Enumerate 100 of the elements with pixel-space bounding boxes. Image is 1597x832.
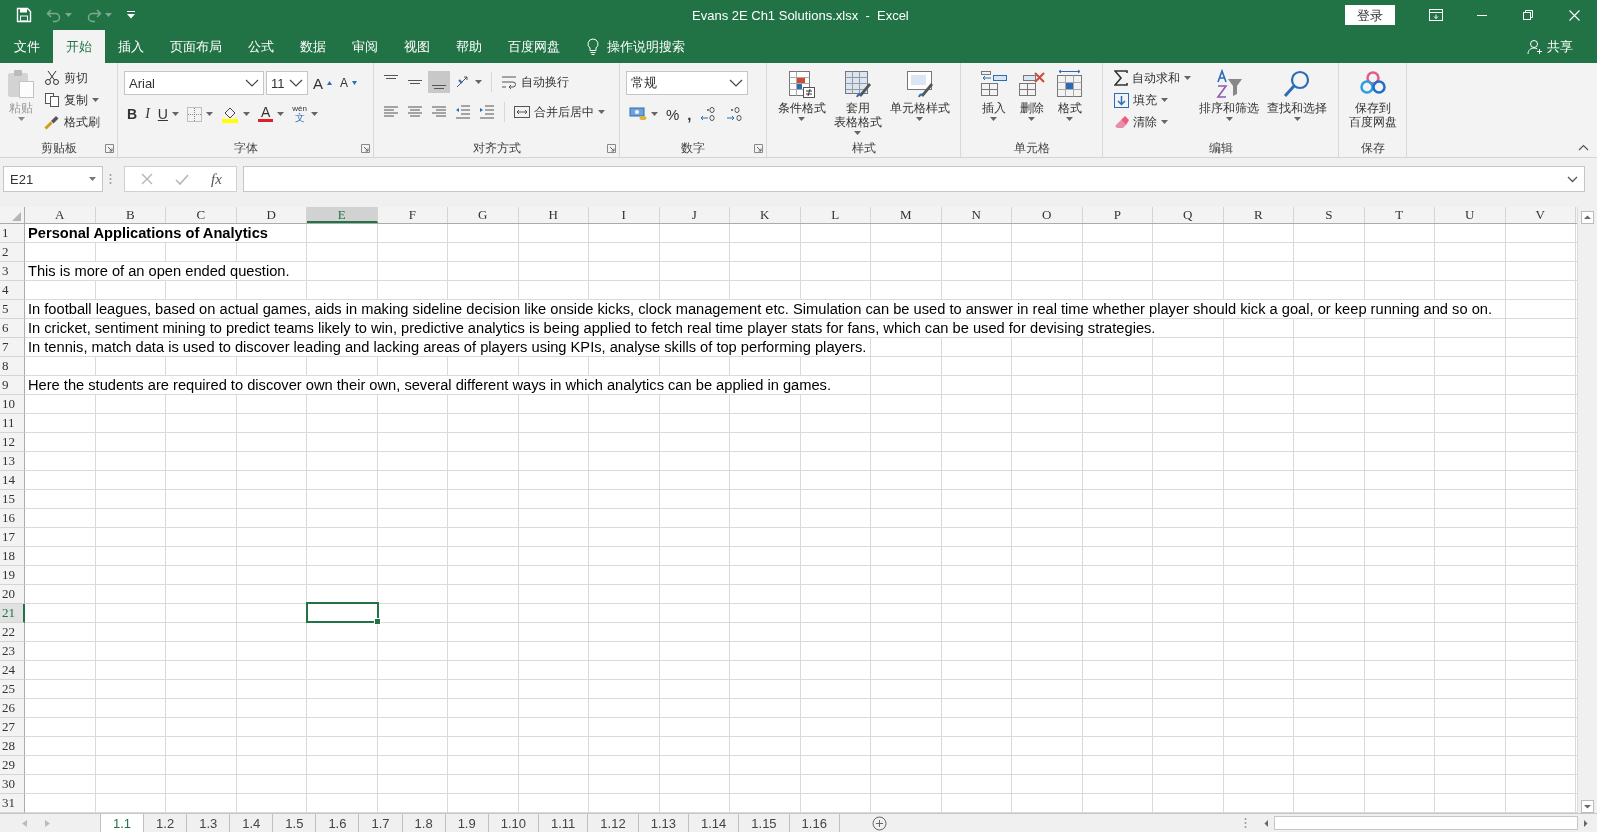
ribbon-command[interactable]: 格式刷 xyxy=(41,111,103,133)
row-header[interactable]: 30 xyxy=(0,775,25,794)
row-header[interactable]: 13 xyxy=(0,452,25,471)
row-header[interactable]: 15 xyxy=(0,490,25,509)
row-header[interactable]: 17 xyxy=(0,528,25,547)
column-header[interactable]: N xyxy=(941,207,1012,223)
row-header[interactable]: 19 xyxy=(0,566,25,585)
sheet-tab[interactable]: 1.4 xyxy=(230,814,274,832)
row-header[interactable]: 10 xyxy=(0,395,25,414)
row-header[interactable]: 12 xyxy=(0,433,25,452)
sheet-tab[interactable]: 1.14 xyxy=(689,814,740,832)
comma-style-button[interactable]: , xyxy=(684,103,695,125)
column-header[interactable]: P xyxy=(1082,207,1153,223)
row-header[interactable]: 18 xyxy=(0,547,25,566)
row-header[interactable]: 9 xyxy=(0,376,25,395)
ribbon-command[interactable]: 自动求和 xyxy=(1111,67,1194,89)
sheet-tab[interactable]: 1.8 xyxy=(402,814,446,832)
ribbon-button[interactable]: 单元格样式 xyxy=(886,67,953,123)
column-header[interactable]: J xyxy=(659,207,730,223)
column-header[interactable]: S xyxy=(1294,207,1365,223)
row-header[interactable]: 28 xyxy=(0,737,25,756)
font-style-button[interactable]: B xyxy=(124,103,141,125)
menu-tab[interactable]: 页面布局 xyxy=(157,30,235,63)
menu-tab[interactable]: 百度网盘 xyxy=(495,30,573,63)
menu-tab[interactable]: 公式 xyxy=(235,30,287,63)
row-header[interactable]: 21 xyxy=(0,604,25,623)
menu-tab[interactable]: 文件 xyxy=(1,30,53,63)
column-header[interactable]: U xyxy=(1435,207,1506,223)
column-header[interactable]: K xyxy=(730,207,801,223)
sheet-tab[interactable]: 1.10 xyxy=(488,814,539,832)
ribbon-button[interactable]: 排序和筛选 xyxy=(1196,67,1262,123)
percent-button[interactable]: % xyxy=(663,103,683,125)
number-format-dropdown[interactable]: 常规 xyxy=(626,71,748,95)
row-header[interactable]: 27 xyxy=(0,718,25,737)
selected-cell[interactable] xyxy=(306,602,379,623)
ribbon-button[interactable]: 格式 xyxy=(1051,67,1088,123)
ribbon-button[interactable]: 保存到 百度网盘 xyxy=(1345,67,1400,131)
column-header[interactable]: I xyxy=(589,207,660,223)
column-header[interactable]: R xyxy=(1223,207,1294,223)
row-header[interactable]: 25 xyxy=(0,680,25,699)
sheet-tab[interactable]: 1.6 xyxy=(316,814,360,832)
column-header[interactable]: H xyxy=(518,207,589,223)
row-header[interactable]: 2 xyxy=(0,243,25,262)
font-name-dropdown[interactable]: Arial xyxy=(124,71,264,95)
row-header[interactable]: 24 xyxy=(0,661,25,680)
formula-input[interactable] xyxy=(242,166,1585,192)
sheet-tab[interactable]: 1.13 xyxy=(638,814,689,832)
menu-tab[interactable]: 审阅 xyxy=(339,30,391,63)
menu-tab[interactable]: 开始 xyxy=(53,30,105,63)
ribbon-button[interactable]: 插入 xyxy=(975,67,1012,123)
menu-tab[interactable]: 数据 xyxy=(287,30,339,63)
row-header[interactable]: 26 xyxy=(0,699,25,718)
menu-tab[interactable]: 帮助 xyxy=(443,30,495,63)
column-header[interactable]: A xyxy=(25,207,96,223)
share-button[interactable]: 共享 xyxy=(1521,30,1579,63)
column-header[interactable]: T xyxy=(1364,207,1435,223)
row-header[interactable]: 23 xyxy=(0,642,25,661)
column-header[interactable]: Q xyxy=(1153,207,1224,223)
menu-tab[interactable]: 插入 xyxy=(105,30,157,63)
ribbon-button[interactable]: 条件格式 xyxy=(774,67,829,123)
wrap-text-button[interactable]: 自动换行 xyxy=(498,71,572,93)
ribbon-command[interactable]: 复制 xyxy=(41,89,103,111)
tell-me-search[interactable]: 操作说明搜索 xyxy=(607,37,685,56)
phonetic-button[interactable]: wén 文 xyxy=(289,103,321,125)
ribbon-button[interactable]: 删除 xyxy=(1013,67,1050,123)
column-header[interactable]: O xyxy=(1012,207,1083,223)
column-header[interactable]: G xyxy=(448,207,519,223)
vertical-scrollbar[interactable] xyxy=(1577,207,1597,813)
vertical-align-button[interactable] xyxy=(428,71,450,93)
shrink-font-button[interactable]: A xyxy=(337,72,361,94)
sheet-tab[interactable]: 1.11 xyxy=(539,814,589,832)
column-header[interactable]: C xyxy=(166,207,237,223)
login-button[interactable]: 登录 xyxy=(1345,5,1395,25)
sheet-tab[interactable]: 1.16 xyxy=(789,814,840,832)
font-style-button[interactable]: U xyxy=(154,103,182,125)
column-header[interactable]: F xyxy=(377,207,448,223)
sheet-tab[interactable]: 1.15 xyxy=(739,814,790,832)
row-header[interactable]: 8 xyxy=(0,357,25,376)
row-header[interactable]: 22 xyxy=(0,623,25,642)
row-header[interactable]: 20 xyxy=(0,585,25,604)
ribbon-button[interactable]: 查找和选择 xyxy=(1264,67,1330,123)
sheet-tab[interactable]: 1.12 xyxy=(588,814,639,832)
row-header[interactable]: 11 xyxy=(0,414,25,433)
column-header[interactable]: E xyxy=(307,207,378,223)
row-header[interactable]: 6 xyxy=(0,319,25,338)
row-header[interactable]: 16 xyxy=(0,509,25,528)
font-size-dropdown[interactable]: 11 xyxy=(266,71,308,95)
ribbon-command[interactable]: 剪切 xyxy=(41,67,103,89)
column-header[interactable]: V xyxy=(1505,207,1576,223)
column-header[interactable]: B xyxy=(95,207,166,223)
menu-tab[interactable]: 视图 xyxy=(391,30,443,63)
sheet-tab[interactable]: 1.7 xyxy=(359,814,403,832)
sheet-tab[interactable]: 1.1 xyxy=(100,814,145,832)
row-header[interactable]: 7 xyxy=(0,338,25,357)
sheet-tab[interactable]: 1.2 xyxy=(144,814,188,832)
insert-function-button[interactable]: fx xyxy=(211,170,222,188)
merge-center-button[interactable]: 合并后居中 xyxy=(511,101,608,123)
row-header[interactable]: 3 xyxy=(0,262,25,281)
sheet-tab[interactable]: 1.9 xyxy=(445,814,489,832)
name-box[interactable]: E21 xyxy=(3,166,103,192)
